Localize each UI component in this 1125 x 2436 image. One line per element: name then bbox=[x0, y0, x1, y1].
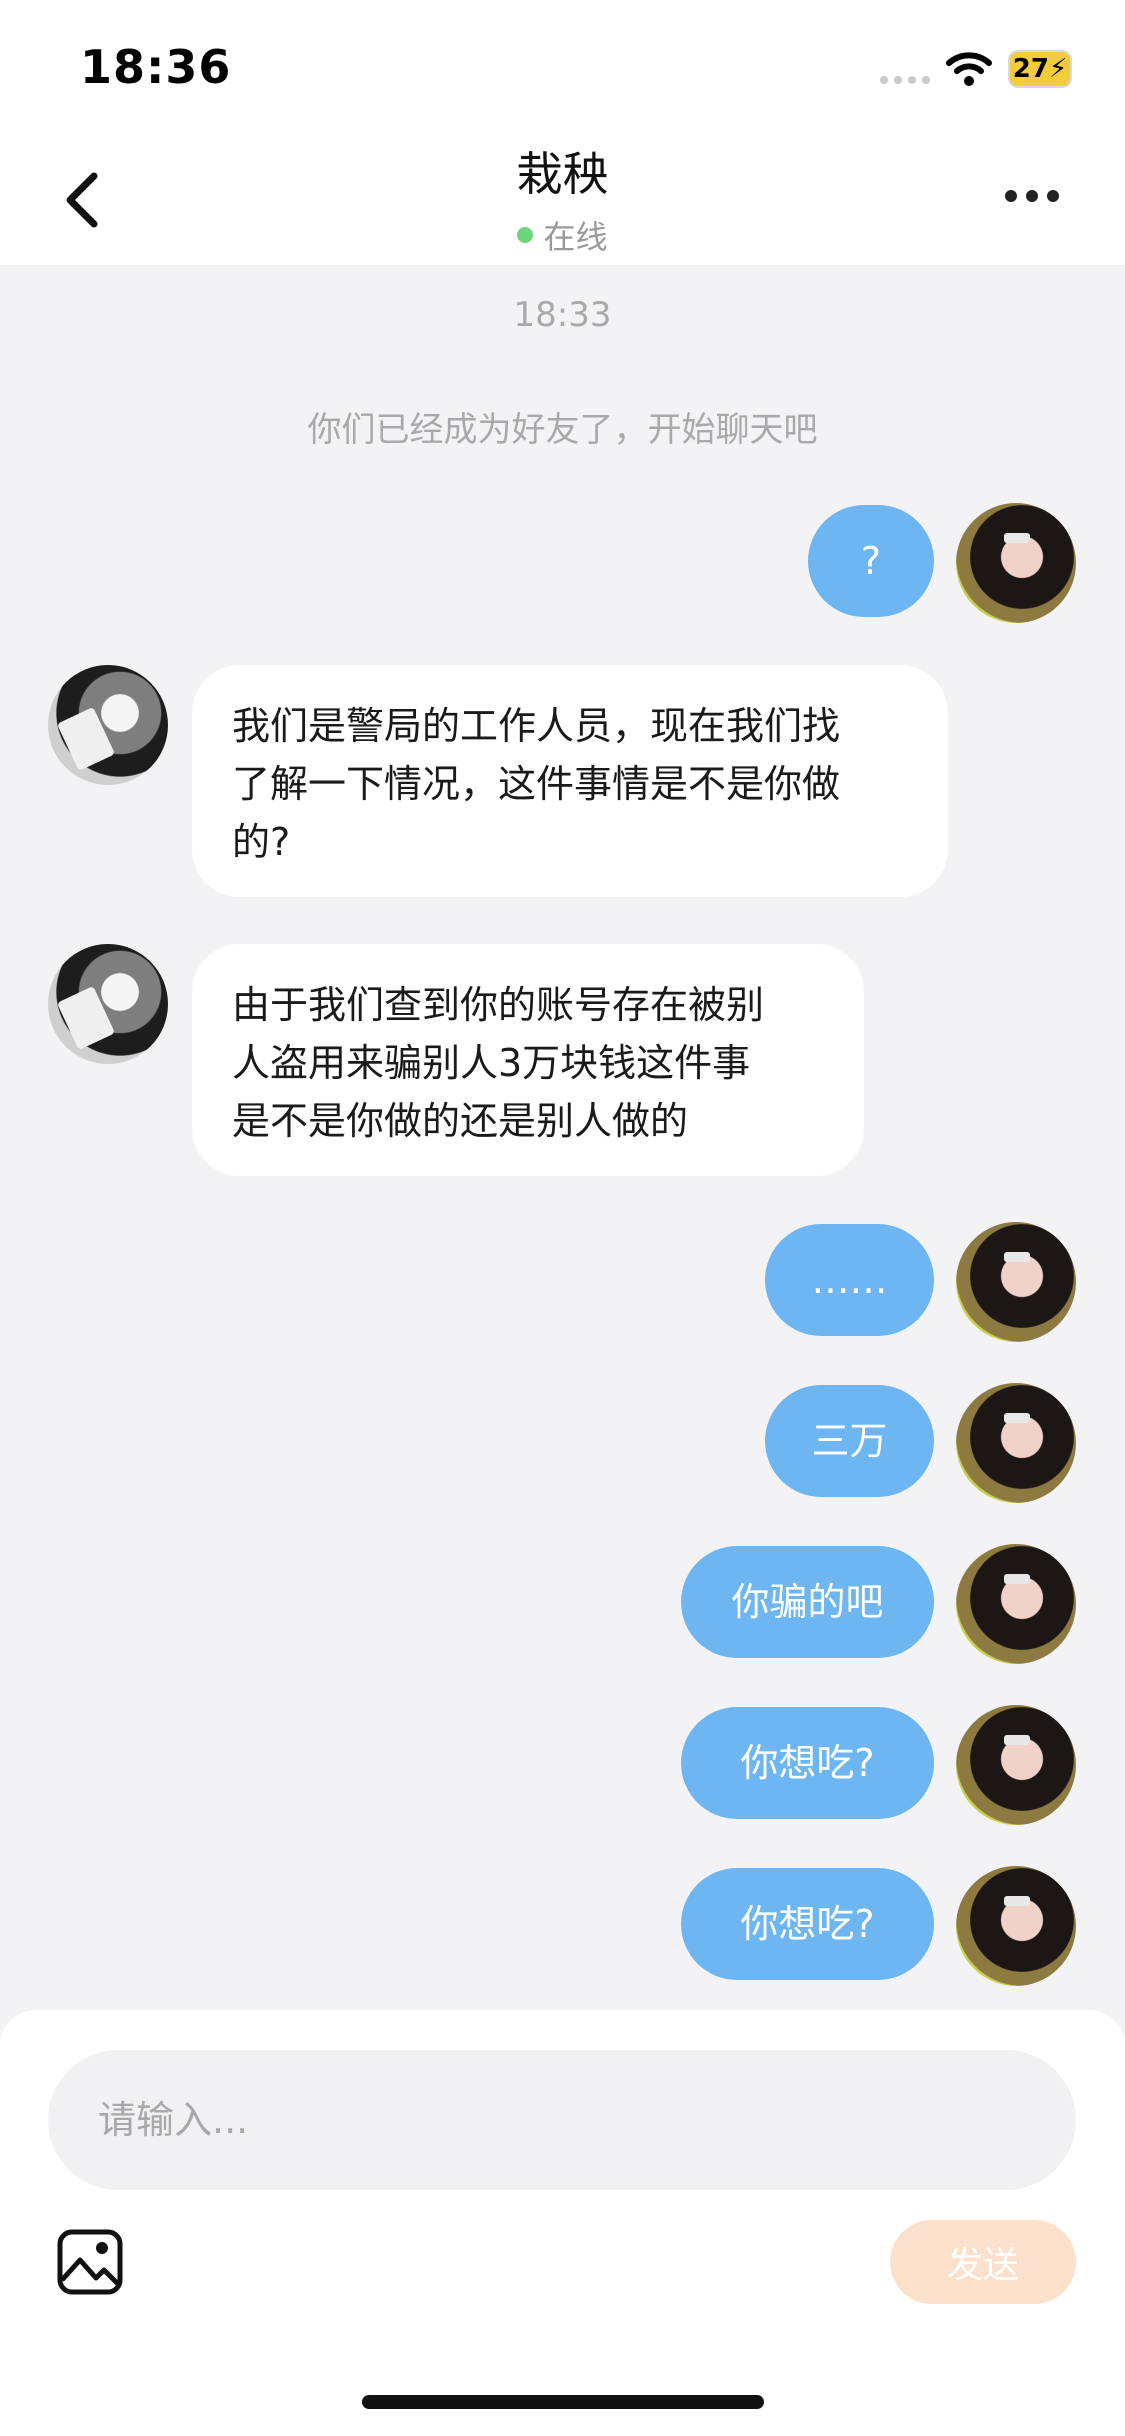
outgoing-message-bubble[interactable]: …… bbox=[765, 1224, 934, 1336]
charging-bolt-icon: ⚡ bbox=[1048, 54, 1068, 84]
more-horizontal-icon[interactable] bbox=[1005, 190, 1065, 210]
incoming-message-bubble[interactable]: 我们是警局的工作人员，现在我们找 了解一下情况，这件事情是不是你做 的? bbox=[192, 665, 948, 897]
my-avatar[interactable] bbox=[956, 1383, 1076, 1503]
outgoing-message-bubble[interactable]: 你想吃? bbox=[681, 1868, 934, 1980]
my-avatar[interactable] bbox=[956, 1222, 1076, 1342]
presence-status: 在线 bbox=[0, 212, 1125, 258]
message-line: 由于我们查到你的账号存在被别 bbox=[232, 983, 765, 1027]
online-dot-icon bbox=[517, 227, 534, 243]
image-icon[interactable] bbox=[56, 2228, 124, 2296]
message-text: ? bbox=[860, 539, 882, 583]
my-avatar[interactable] bbox=[956, 1705, 1076, 1825]
presence-label: 在线 bbox=[543, 218, 608, 256]
battery-level: 27 bbox=[1012, 54, 1049, 84]
message-text: 你想吃? bbox=[740, 1741, 875, 1785]
message-text: 三万 bbox=[811, 1419, 888, 1463]
message-line: 的? bbox=[232, 820, 291, 864]
chat-title: 栽秧 bbox=[516, 147, 609, 201]
send-button[interactable]: 发送 bbox=[890, 2220, 1076, 2304]
wifi-icon bbox=[946, 52, 992, 86]
chat-screen: 18:36 27⚡ 栽秧 在线 18:33 你们已经成为好友了，开始聊天吧 ? bbox=[0, 0, 1125, 2436]
contact-avatar[interactable] bbox=[48, 944, 168, 1064]
outgoing-message-bubble[interactable]: 你想吃? bbox=[681, 1707, 934, 1819]
message-line: 我们是警局的工作人员，现在我们找 bbox=[232, 704, 841, 748]
message-timestamp: 18:33 bbox=[513, 295, 612, 335]
status-time: 18:36 bbox=[80, 40, 232, 94]
message-text: …… bbox=[811, 1258, 888, 1302]
status-bar: 18:36 27 ⚡ bbox=[0, 0, 1125, 130]
home-indicator bbox=[362, 2395, 764, 2409]
outgoing-message-bubble[interactable]: 三万 bbox=[765, 1385, 934, 1497]
my-avatar[interactable] bbox=[956, 1866, 1076, 1986]
message-composer: 发送 bbox=[0, 2010, 1125, 2436]
message-input[interactable] bbox=[48, 2050, 1076, 2190]
outgoing-message-bubble[interactable]: 你骗的吧 bbox=[681, 1546, 934, 1658]
message-text: 你骗的吧 bbox=[731, 1580, 884, 1624]
my-avatar[interactable] bbox=[956, 1544, 1076, 1664]
cellular-signal-icon bbox=[880, 76, 930, 84]
chat-header: 栽秧 在线 bbox=[0, 130, 1125, 265]
message-line: 是不是你做的还是别人做的 bbox=[232, 1099, 689, 1143]
incoming-message-bubble[interactable]: 由于我们查到你的账号存在被别 人盗用来骗别人3万块钱这件事 是不是你做的还是别人… bbox=[192, 944, 864, 1176]
message-line: 人盗用来骗别人3万块钱这件事 bbox=[232, 1041, 751, 1085]
message-line: 了解一下情况，这件事情是不是你做 bbox=[232, 762, 841, 806]
my-avatar[interactable] bbox=[956, 503, 1076, 623]
outgoing-message-bubble[interactable]: ? bbox=[808, 505, 934, 617]
message-text: 你想吃? bbox=[740, 1902, 875, 1946]
contact-avatar[interactable] bbox=[48, 665, 168, 785]
battery-icon: 27 ⚡ bbox=[1008, 50, 1072, 88]
system-note: 你们已经成为好友了，开始聊天吧 bbox=[307, 410, 818, 450]
